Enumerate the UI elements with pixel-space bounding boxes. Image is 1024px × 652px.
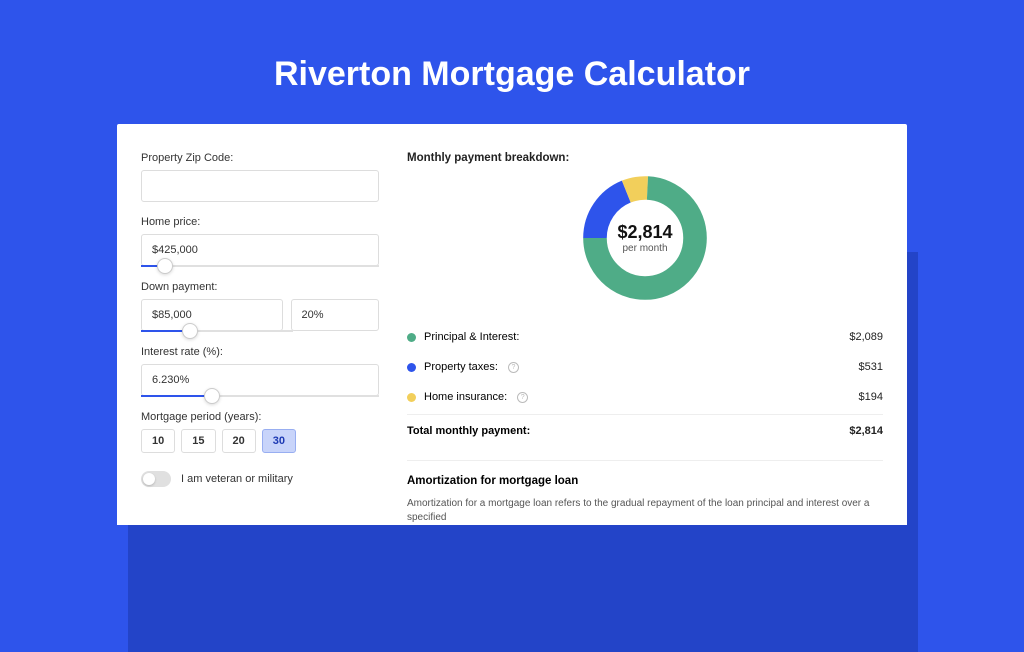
period-10-button[interactable]: 10	[141, 429, 175, 453]
down-payment-label: Down payment:	[141, 281, 379, 293]
legend-row: Property taxes: ? $531	[407, 352, 883, 382]
legend-label: Principal & Interest:	[424, 331, 519, 343]
interest-rate-slider[interactable]	[141, 395, 379, 397]
home-price-slider[interactable]	[141, 265, 379, 267]
info-icon[interactable]: ?	[517, 392, 528, 403]
veteran-toggle[interactable]	[141, 471, 171, 487]
down-payment-pct-input[interactable]	[291, 299, 379, 331]
period-15-button[interactable]: 15	[181, 429, 215, 453]
breakdown-title: Monthly payment breakdown:	[407, 152, 883, 164]
legend-dot	[407, 333, 416, 342]
amortization-body: Amortization for a mortgage loan refers …	[407, 497, 883, 525]
legend-value: $531	[859, 361, 883, 373]
period-20-button[interactable]: 20	[222, 429, 256, 453]
page-title: Riverton Mortgage Calculator	[0, 0, 1024, 124]
legend-row: Principal & Interest: $2,089	[407, 322, 883, 352]
inputs-column: Property Zip Code: Home price: Down paym…	[141, 152, 379, 525]
total-value: $2,814	[849, 425, 883, 437]
donut-total: $2,814	[617, 222, 672, 243]
period-label: Mortgage period (years):	[141, 411, 379, 423]
home-price-label: Home price:	[141, 216, 379, 228]
down-payment-slider[interactable]	[141, 330, 293, 332]
legend-value: $2,089	[849, 331, 883, 343]
veteran-label: I am veteran or military	[181, 473, 293, 485]
legend-label: Home insurance:	[424, 391, 507, 403]
slider-thumb[interactable]	[157, 258, 173, 274]
down-payment-input[interactable]	[141, 299, 283, 331]
interest-rate-input[interactable]	[141, 364, 379, 396]
home-price-input[interactable]	[141, 234, 379, 266]
period-30-button[interactable]: 30	[262, 429, 296, 453]
total-label: Total monthly payment:	[407, 425, 530, 437]
interest-rate-label: Interest rate (%):	[141, 346, 379, 358]
info-icon[interactable]: ?	[508, 362, 519, 373]
zip-label: Property Zip Code:	[141, 152, 379, 164]
legend-label: Property taxes:	[424, 361, 498, 373]
legend-row: Home insurance: ? $194	[407, 382, 883, 412]
legend-value: $194	[859, 391, 883, 403]
zip-input[interactable]	[141, 170, 379, 202]
donut-sub: per month	[617, 243, 672, 254]
legend-total-row: Total monthly payment: $2,814	[407, 414, 883, 446]
slider-thumb[interactable]	[204, 388, 220, 404]
donut-chart: $2,814 per month	[407, 172, 883, 304]
legend-dot	[407, 393, 416, 402]
amortization-title: Amortization for mortgage loan	[407, 475, 883, 487]
legend-dot	[407, 363, 416, 372]
breakdown-column: Monthly payment breakdown: $2,814 per mo…	[407, 152, 883, 525]
slider-thumb[interactable]	[182, 323, 198, 339]
calculator-panel: Property Zip Code: Home price: Down paym…	[117, 124, 907, 525]
